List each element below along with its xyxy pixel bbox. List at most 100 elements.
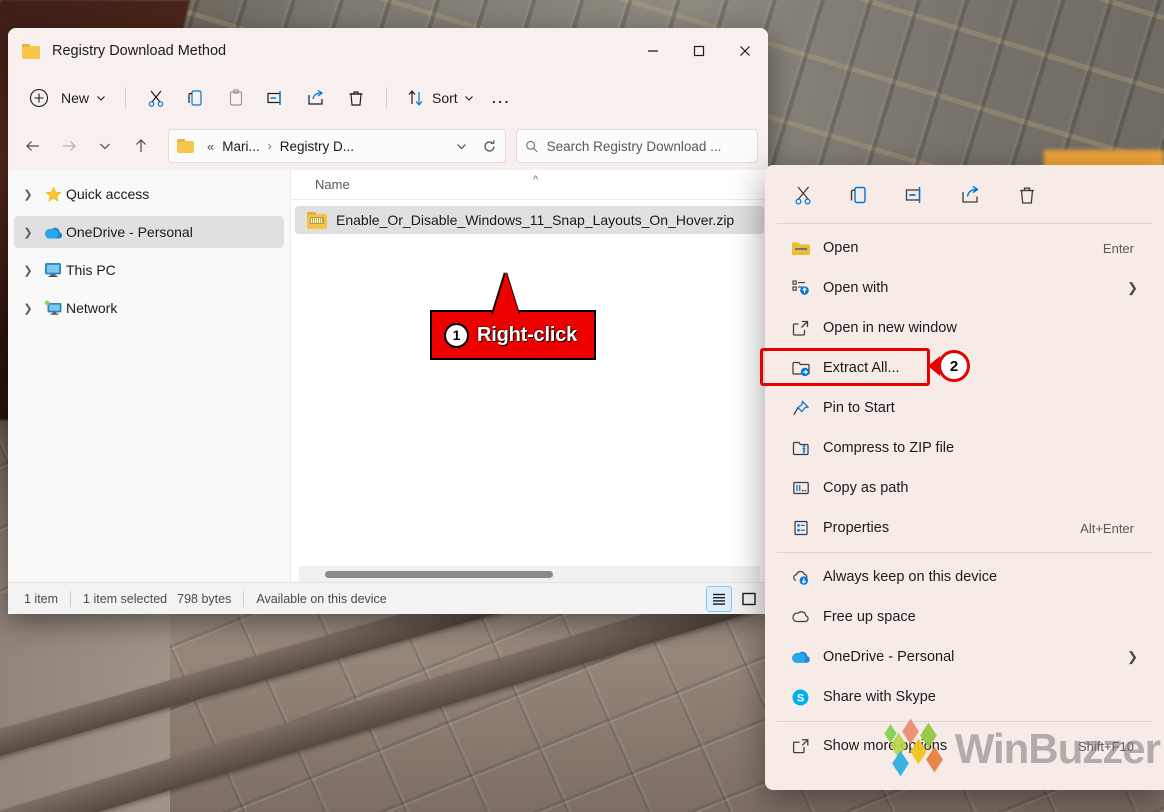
menu-item-onedrive-personal[interactable]: OneDrive - Personal ❯ bbox=[771, 637, 1158, 677]
cut-button[interactable] bbox=[136, 82, 176, 114]
folder-icon bbox=[791, 240, 823, 257]
new-button[interactable]: New bbox=[22, 82, 115, 114]
search-input[interactable] bbox=[546, 138, 749, 154]
toolbar-divider-2 bbox=[386, 87, 388, 109]
address-dropdown-button[interactable] bbox=[447, 132, 475, 160]
menu-item-label: Share with Skype bbox=[823, 689, 936, 705]
address-bar-row: « Mari... › Registry D... bbox=[8, 122, 768, 170]
scrollbar-thumb[interactable] bbox=[325, 570, 553, 578]
selected-count-label: 1 item selected bbox=[83, 591, 168, 606]
copy-button[interactable] bbox=[837, 177, 881, 213]
preview-pane-button[interactable] bbox=[736, 586, 762, 612]
context-menu-divider-2 bbox=[777, 552, 1152, 553]
step-badge-2: 2 bbox=[938, 350, 970, 382]
chevron-down-icon bbox=[97, 96, 105, 101]
breadcrumb[interactable]: « Mari... › Registry D... bbox=[168, 129, 506, 163]
sidebar-item-quick-access[interactable]: ❯ Quick access bbox=[14, 178, 284, 210]
details-view-button[interactable] bbox=[706, 585, 732, 612]
chevron-right-icon[interactable]: ❯ bbox=[16, 264, 40, 277]
menu-item-compress-to-zip[interactable]: Compress to ZIP file bbox=[771, 428, 1158, 468]
explorer-body: ❯ Quick access ❯ OneDrive - Personal ❯ T… bbox=[8, 170, 768, 582]
table-row[interactable]: Enable_Or_Disable_Windows_11_Snap_Layout… bbox=[295, 206, 764, 234]
folder-icon bbox=[177, 139, 194, 153]
sidebar-item-this-pc[interactable]: ❯ This PC bbox=[14, 254, 284, 286]
maximize-button[interactable] bbox=[676, 28, 722, 74]
menu-item-label: Copy as path bbox=[823, 480, 909, 496]
close-button[interactable] bbox=[722, 28, 768, 74]
menu-item-free-up-space[interactable]: Free up space bbox=[771, 597, 1158, 637]
chevron-right-icon[interactable]: ❯ bbox=[1127, 649, 1138, 665]
skype-icon: S bbox=[791, 688, 823, 707]
menu-item-pin-to-start[interactable]: Pin to Start bbox=[771, 388, 1158, 428]
star-icon bbox=[40, 186, 66, 203]
menu-item-label: Open with bbox=[823, 280, 889, 296]
open-with-icon bbox=[791, 279, 823, 297]
column-header-row: Name ^ bbox=[291, 170, 768, 200]
menu-item-open[interactable]: Open Enter bbox=[771, 228, 1158, 268]
sidebar-item-network[interactable]: ❯ Network bbox=[14, 292, 284, 324]
context-menu-divider-3 bbox=[777, 721, 1152, 722]
share-button[interactable] bbox=[949, 177, 993, 213]
delete-button[interactable] bbox=[1005, 177, 1049, 213]
chevron-right-icon[interactable]: ❯ bbox=[1127, 280, 1138, 296]
step-2-callout: 2 bbox=[928, 350, 970, 382]
availability-label: Available on this device bbox=[256, 591, 387, 606]
status-divider-2 bbox=[243, 590, 245, 607]
menu-item-properties[interactable]: Properties Alt+Enter bbox=[771, 508, 1158, 548]
right-click-callout: 1 Right-click bbox=[430, 310, 596, 360]
menu-item-label: Properties bbox=[823, 520, 890, 536]
up-button[interactable] bbox=[124, 129, 158, 163]
menu-item-label: OneDrive - Personal bbox=[823, 649, 955, 665]
breadcrumb-overflow[interactable]: « bbox=[202, 139, 219, 154]
rename-icon bbox=[267, 91, 281, 105]
trash-icon bbox=[1020, 187, 1034, 204]
copy-button[interactable] bbox=[176, 82, 216, 114]
menu-item-label: Free up space bbox=[823, 609, 916, 625]
horizontal-scrollbar[interactable] bbox=[299, 566, 760, 582]
breadcrumb-item-1[interactable]: Mari... bbox=[219, 136, 263, 157]
window-titlebar[interactable]: Registry Download Method bbox=[8, 28, 768, 74]
new-button-label: New bbox=[61, 90, 90, 106]
copy-icon bbox=[188, 90, 202, 106]
rename-button[interactable] bbox=[893, 177, 937, 213]
large-icons-view-icon bbox=[742, 592, 756, 605]
chevron-right-icon[interactable]: ❯ bbox=[16, 302, 40, 315]
rename-button[interactable] bbox=[256, 82, 296, 114]
search-box[interactable] bbox=[516, 129, 758, 163]
menu-item-open-with[interactable]: Open with ❯ bbox=[771, 268, 1158, 308]
explorer-toolbar: New Sort ... bbox=[8, 74, 768, 122]
column-header-name[interactable]: Name bbox=[315, 177, 350, 192]
scissors-icon bbox=[795, 186, 811, 205]
menu-item-share-with-skype[interactable]: S Share with Skype bbox=[771, 677, 1158, 717]
share-button[interactable] bbox=[296, 82, 336, 114]
sidebar-item-onedrive-personal[interactable]: ❯ OneDrive - Personal bbox=[14, 216, 284, 248]
cut-button[interactable] bbox=[781, 177, 825, 213]
step-badge-1: 1 bbox=[444, 322, 469, 348]
paste-button[interactable] bbox=[216, 82, 256, 114]
more-options-icon bbox=[791, 737, 823, 755]
forward-button[interactable] bbox=[52, 129, 86, 163]
status-bar: 1 item 1 item selected 798 bytes Availab… bbox=[8, 582, 768, 614]
recent-locations-button[interactable] bbox=[88, 129, 122, 163]
see-more-button[interactable]: ... bbox=[483, 82, 519, 114]
file-list-pane: Name ^ Enable_Or_Disable_Windows_11_Snap… bbox=[291, 170, 768, 582]
chevron-down-icon bbox=[100, 143, 110, 150]
item-count-label: 1 item bbox=[24, 591, 59, 606]
delete-button[interactable] bbox=[336, 82, 376, 114]
chevron-right-icon[interactable]: ❯ bbox=[16, 188, 40, 201]
menu-item-always-keep-on-this-device[interactable]: Always keep on this device bbox=[771, 557, 1158, 597]
refresh-button[interactable] bbox=[475, 132, 503, 160]
chevron-right-icon[interactable]: ❯ bbox=[16, 226, 40, 239]
pin-icon bbox=[791, 399, 823, 417]
back-button[interactable] bbox=[16, 129, 50, 163]
cloud-icon bbox=[791, 608, 823, 626]
share-icon bbox=[308, 89, 324, 105]
menu-item-open-in-new-window[interactable]: Open in new window bbox=[771, 308, 1158, 348]
chevron-down-icon bbox=[456, 143, 466, 149]
sort-button[interactable]: Sort bbox=[397, 82, 483, 114]
menu-item-show-more-options[interactable]: Show more options Shift+F10 bbox=[771, 726, 1158, 766]
breadcrumb-item-2[interactable]: Registry D... bbox=[277, 136, 357, 157]
context-menu-divider bbox=[777, 223, 1152, 224]
menu-item-copy-as-path[interactable]: Copy as path bbox=[771, 468, 1158, 508]
minimize-button[interactable] bbox=[630, 28, 676, 74]
